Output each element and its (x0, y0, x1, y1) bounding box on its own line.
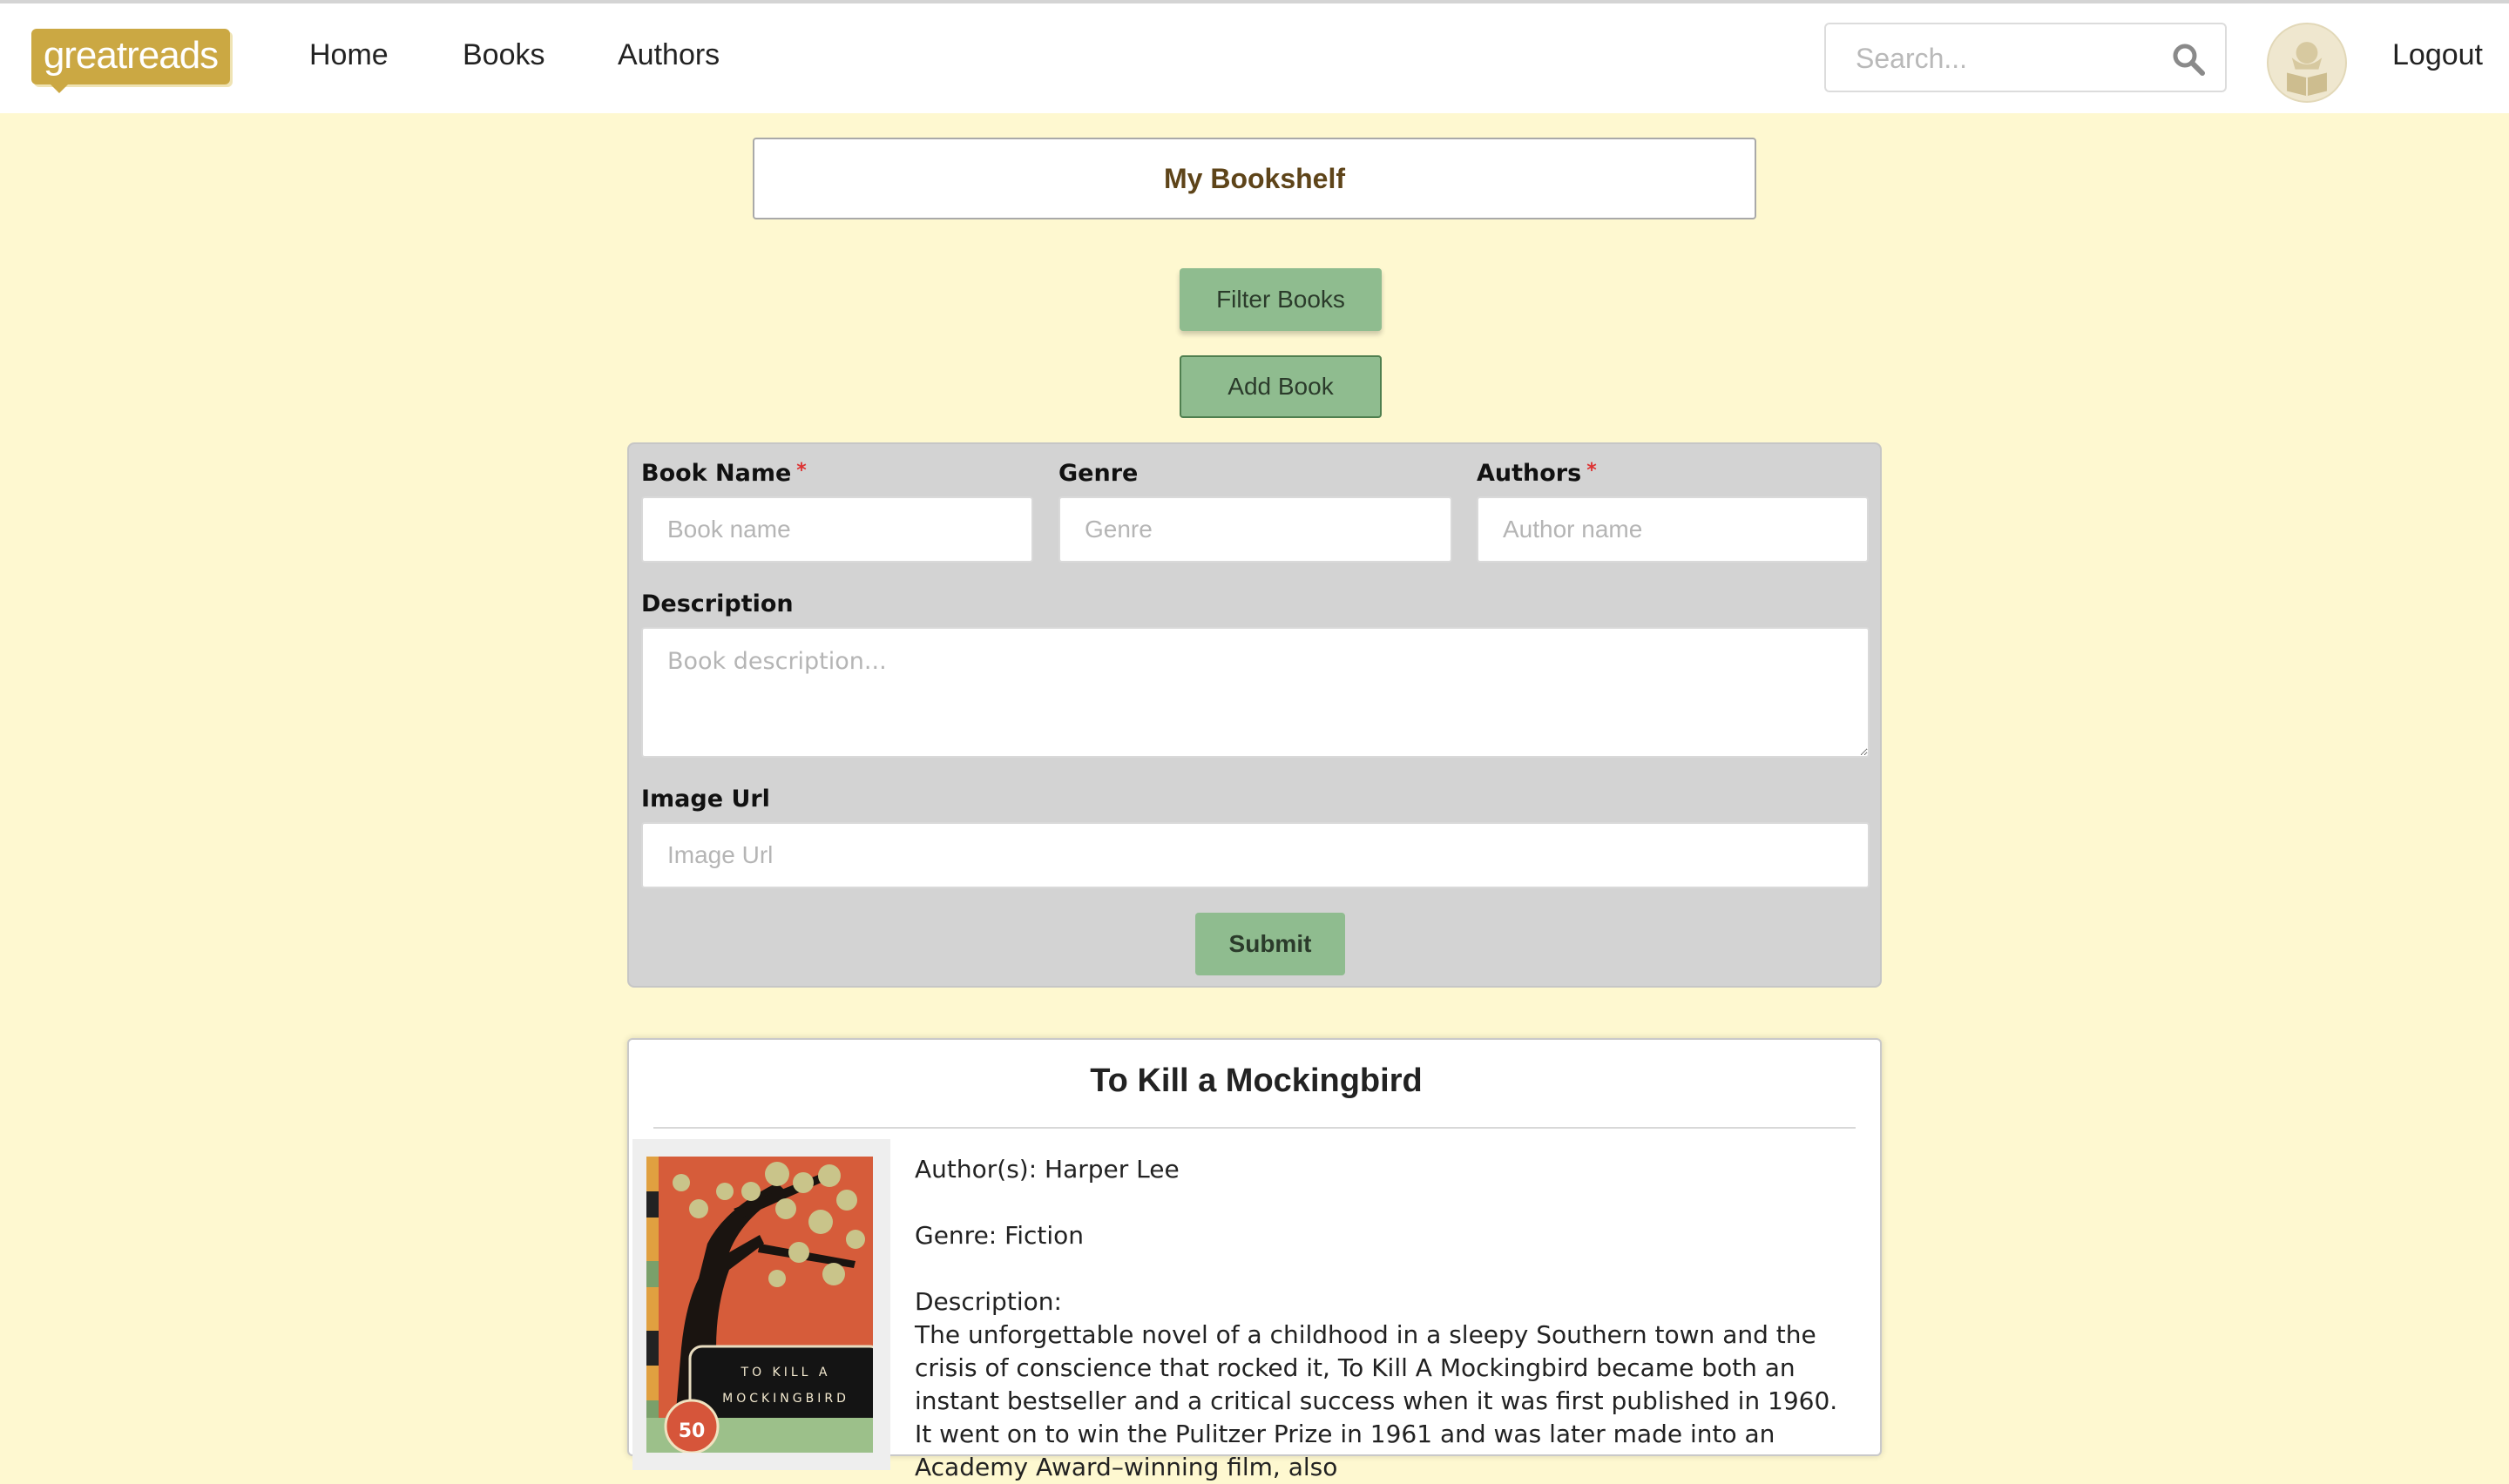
add-book-form: Book Name* Genre Authors* Description Im… (627, 442, 1882, 988)
required-mark: * (1586, 460, 1597, 482)
nav-link-authors[interactable]: Authors (618, 38, 720, 72)
search-icon[interactable] (2171, 42, 2206, 77)
genre-input[interactable] (1058, 496, 1452, 563)
book-name-label-text: Book Name (641, 460, 792, 487)
navbar: greatreads Home Books Authors Logout (0, 3, 2509, 113)
authors-label: Authors * (1477, 460, 1597, 487)
nav-link-books[interactable]: Books (463, 38, 545, 72)
cover-title-line2: MOCKINGBIRD (722, 1392, 849, 1406)
book-divider (653, 1127, 1856, 1129)
author-name-input[interactable] (1477, 496, 1869, 563)
logout-link[interactable]: Logout (2392, 38, 2483, 72)
bookshelf-title: My Bookshelf (753, 138, 1756, 219)
search-input[interactable] (1854, 38, 2154, 78)
book-name-label: Book Name * (641, 460, 807, 487)
greatreads-logo[interactable]: greatreads (31, 29, 230, 93)
required-mark: * (796, 460, 807, 482)
genre-label-text: Genre (1058, 460, 1139, 487)
description-label-text: Description (641, 590, 794, 617)
image-url-label: Image Url (641, 786, 770, 813)
book-card: To Kill a Mockingbird TO KILL A MOCKINGB… (627, 1038, 1883, 1481)
filter-books-button[interactable]: Filter Books (1180, 268, 1382, 331)
nav-link-home[interactable]: Home (309, 38, 389, 72)
book-genre: Genre: Fiction (915, 1221, 1085, 1250)
book-info: Author(s): Harper Lee Genre: Fiction Des… (915, 1153, 1847, 1484)
book-description-label: Description: (915, 1287, 1062, 1316)
reader-avatar-icon (2287, 42, 2327, 97)
book-name-input[interactable] (641, 496, 1033, 563)
image-url-label-text: Image Url (641, 786, 770, 813)
book-description: The unforgettable novel of a childhood i… (915, 1320, 1838, 1481)
add-book-button[interactable]: Add Book (1180, 355, 1382, 418)
book-cover-image[interactable]: TO KILL A MOCKINGBIRD 50 (646, 1157, 873, 1453)
user-avatar[interactable] (2267, 23, 2347, 103)
book-authors: Author(s): Harper Lee (915, 1155, 1180, 1184)
search-box (1824, 23, 2227, 92)
genre-label: Genre (1058, 460, 1138, 487)
image-url-input[interactable] (641, 822, 1870, 888)
cover-badge: 50 (679, 1420, 706, 1442)
book-cover-frame: TO KILL A MOCKINGBIRD 50 (632, 1139, 890, 1470)
cover-title-line1: TO KILL A (741, 1366, 831, 1379)
authors-label-text: Authors (1477, 460, 1582, 487)
submit-button[interactable]: Submit (1195, 913, 1345, 975)
description-textarea[interactable] (641, 627, 1870, 758)
description-label: Description (641, 590, 794, 617)
book-title[interactable]: To Kill a Mockingbird (629, 1062, 1883, 1100)
